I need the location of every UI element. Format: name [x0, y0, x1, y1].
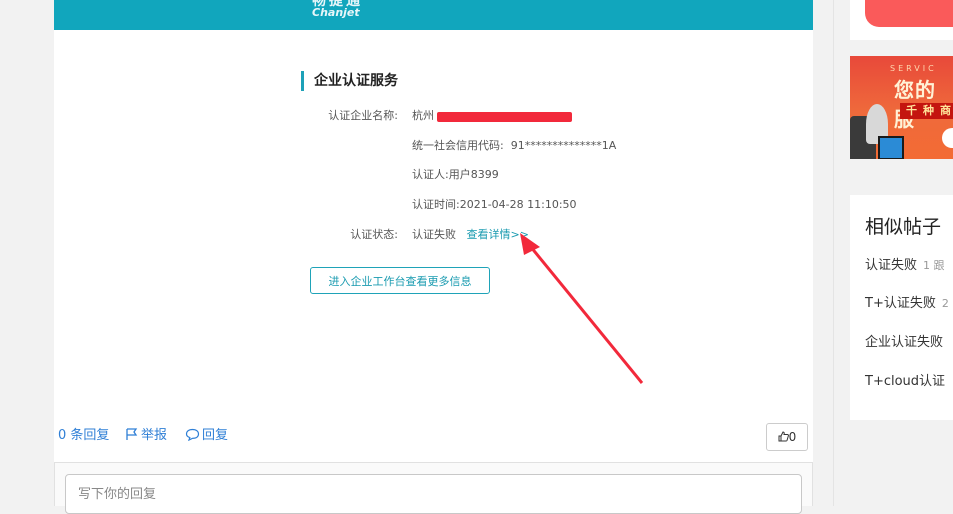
similar-posts-title: 相似帖子 — [865, 216, 942, 238]
credit-code-value: 91**************1A — [510, 139, 617, 152]
similar-post-item[interactable]: T+认证失败 2 — [865, 292, 949, 311]
column-divider — [833, 0, 834, 506]
time-row: 认证时间:2021-04-28 11:10:50 — [412, 198, 577, 212]
similar-post-title: 企业认证失败 — [865, 335, 944, 350]
similar-posts-panel: 相似帖子 认证失败 1 跟 T+认证失败 2 企业认证失败 T+cloud认证 — [850, 195, 953, 420]
ad-product-image — [878, 136, 904, 159]
enter-workbench-button[interactable]: 进入企业工作台查看更多信息 — [310, 267, 490, 294]
similar-post-item[interactable]: 认证失败 1 跟 — [865, 254, 945, 273]
company-value: 杭州 — [412, 109, 434, 122]
like-button[interactable]: 0 — [766, 423, 808, 451]
certifier-row: 认证人:用户8399 — [412, 168, 499, 182]
main-content-card — [54, 0, 813, 506]
similar-post-meta: 2 — [941, 297, 949, 310]
company-label: 认证企业名称: — [328, 109, 398, 122]
like-count: 0 — [788, 430, 797, 444]
status-value: 认证失败 — [412, 228, 456, 241]
service-ad-banner[interactable]: SERVIC 您的服 千种商 — [850, 56, 953, 159]
comment-icon — [185, 428, 200, 442]
sidebar-action-button[interactable] — [865, 0, 953, 27]
credit-code-label: 统一社会信用代码: — [412, 139, 504, 152]
similar-post-item[interactable]: 企业认证失败 — [865, 331, 943, 350]
similar-post-title: T+认证失败 — [865, 296, 936, 311]
similar-post-title: 认证失败 — [865, 258, 918, 273]
certification-title: 企业认证服务 — [301, 71, 398, 91]
ad-service-text: SERVIC — [890, 64, 937, 73]
credit-code-row: 统一社会信用代码: 91**************1A — [412, 139, 616, 153]
annotation-arrow — [520, 233, 644, 384]
chanjet-logo: 畅捷通 Chanjet — [312, 0, 382, 30]
reply-link[interactable]: 回复 — [185, 424, 228, 443]
similar-post-meta: 1 跟 — [923, 259, 945, 272]
similar-post-title: T+cloud认证 — [865, 374, 946, 389]
flag-icon — [126, 428, 138, 440]
ad-button-shape — [942, 128, 953, 148]
status-label: 认证状态: — [350, 228, 398, 241]
reply-label: 回复 — [202, 428, 229, 443]
ad-ribbon: 千种商 — [900, 103, 953, 119]
report-label: 举报 — [141, 428, 168, 443]
similar-post-item[interactable]: T+cloud认证 — [865, 370, 945, 389]
report-link[interactable]: 举报 — [125, 424, 167, 443]
brand-banner: 畅捷通 Chanjet — [54, 0, 813, 30]
certifier-value: 用户8399 — [448, 168, 499, 181]
reply-count-link[interactable]: 0 条回复 — [58, 424, 109, 443]
redaction-mark — [437, 112, 572, 122]
reply-input[interactable] — [65, 474, 802, 514]
thumbs-up-icon — [778, 431, 789, 442]
certifier-label: 认证人: — [412, 168, 449, 181]
time-label: 认证时间: — [412, 198, 460, 211]
time-value: 2021-04-28 11:10:50 — [459, 198, 577, 211]
brand-en: Chanjet — [312, 6, 360, 19]
